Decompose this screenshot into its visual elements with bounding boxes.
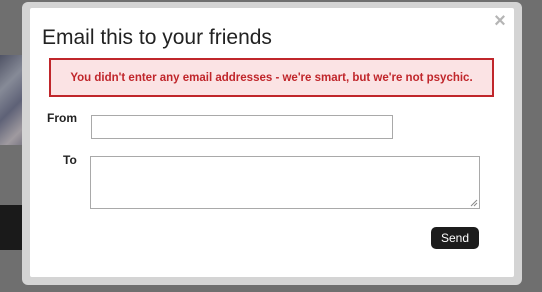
error-message: You didn't enter any email addresses - w… — [70, 71, 473, 84]
from-input[interactable] — [91, 115, 393, 139]
resize-grip-icon[interactable] — [470, 199, 478, 207]
to-label: To — [63, 153, 77, 167]
error-banner: You didn't enter any email addresses - w… — [49, 58, 494, 97]
to-textarea[interactable] — [90, 156, 480, 209]
from-label: From — [47, 111, 77, 125]
close-icon[interactable]: × — [492, 11, 508, 31]
email-dialog: × Email this to your friends You didn't … — [30, 8, 514, 277]
send-button[interactable]: Send — [431, 227, 479, 249]
dialog-title: Email this to your friends — [42, 26, 272, 49]
